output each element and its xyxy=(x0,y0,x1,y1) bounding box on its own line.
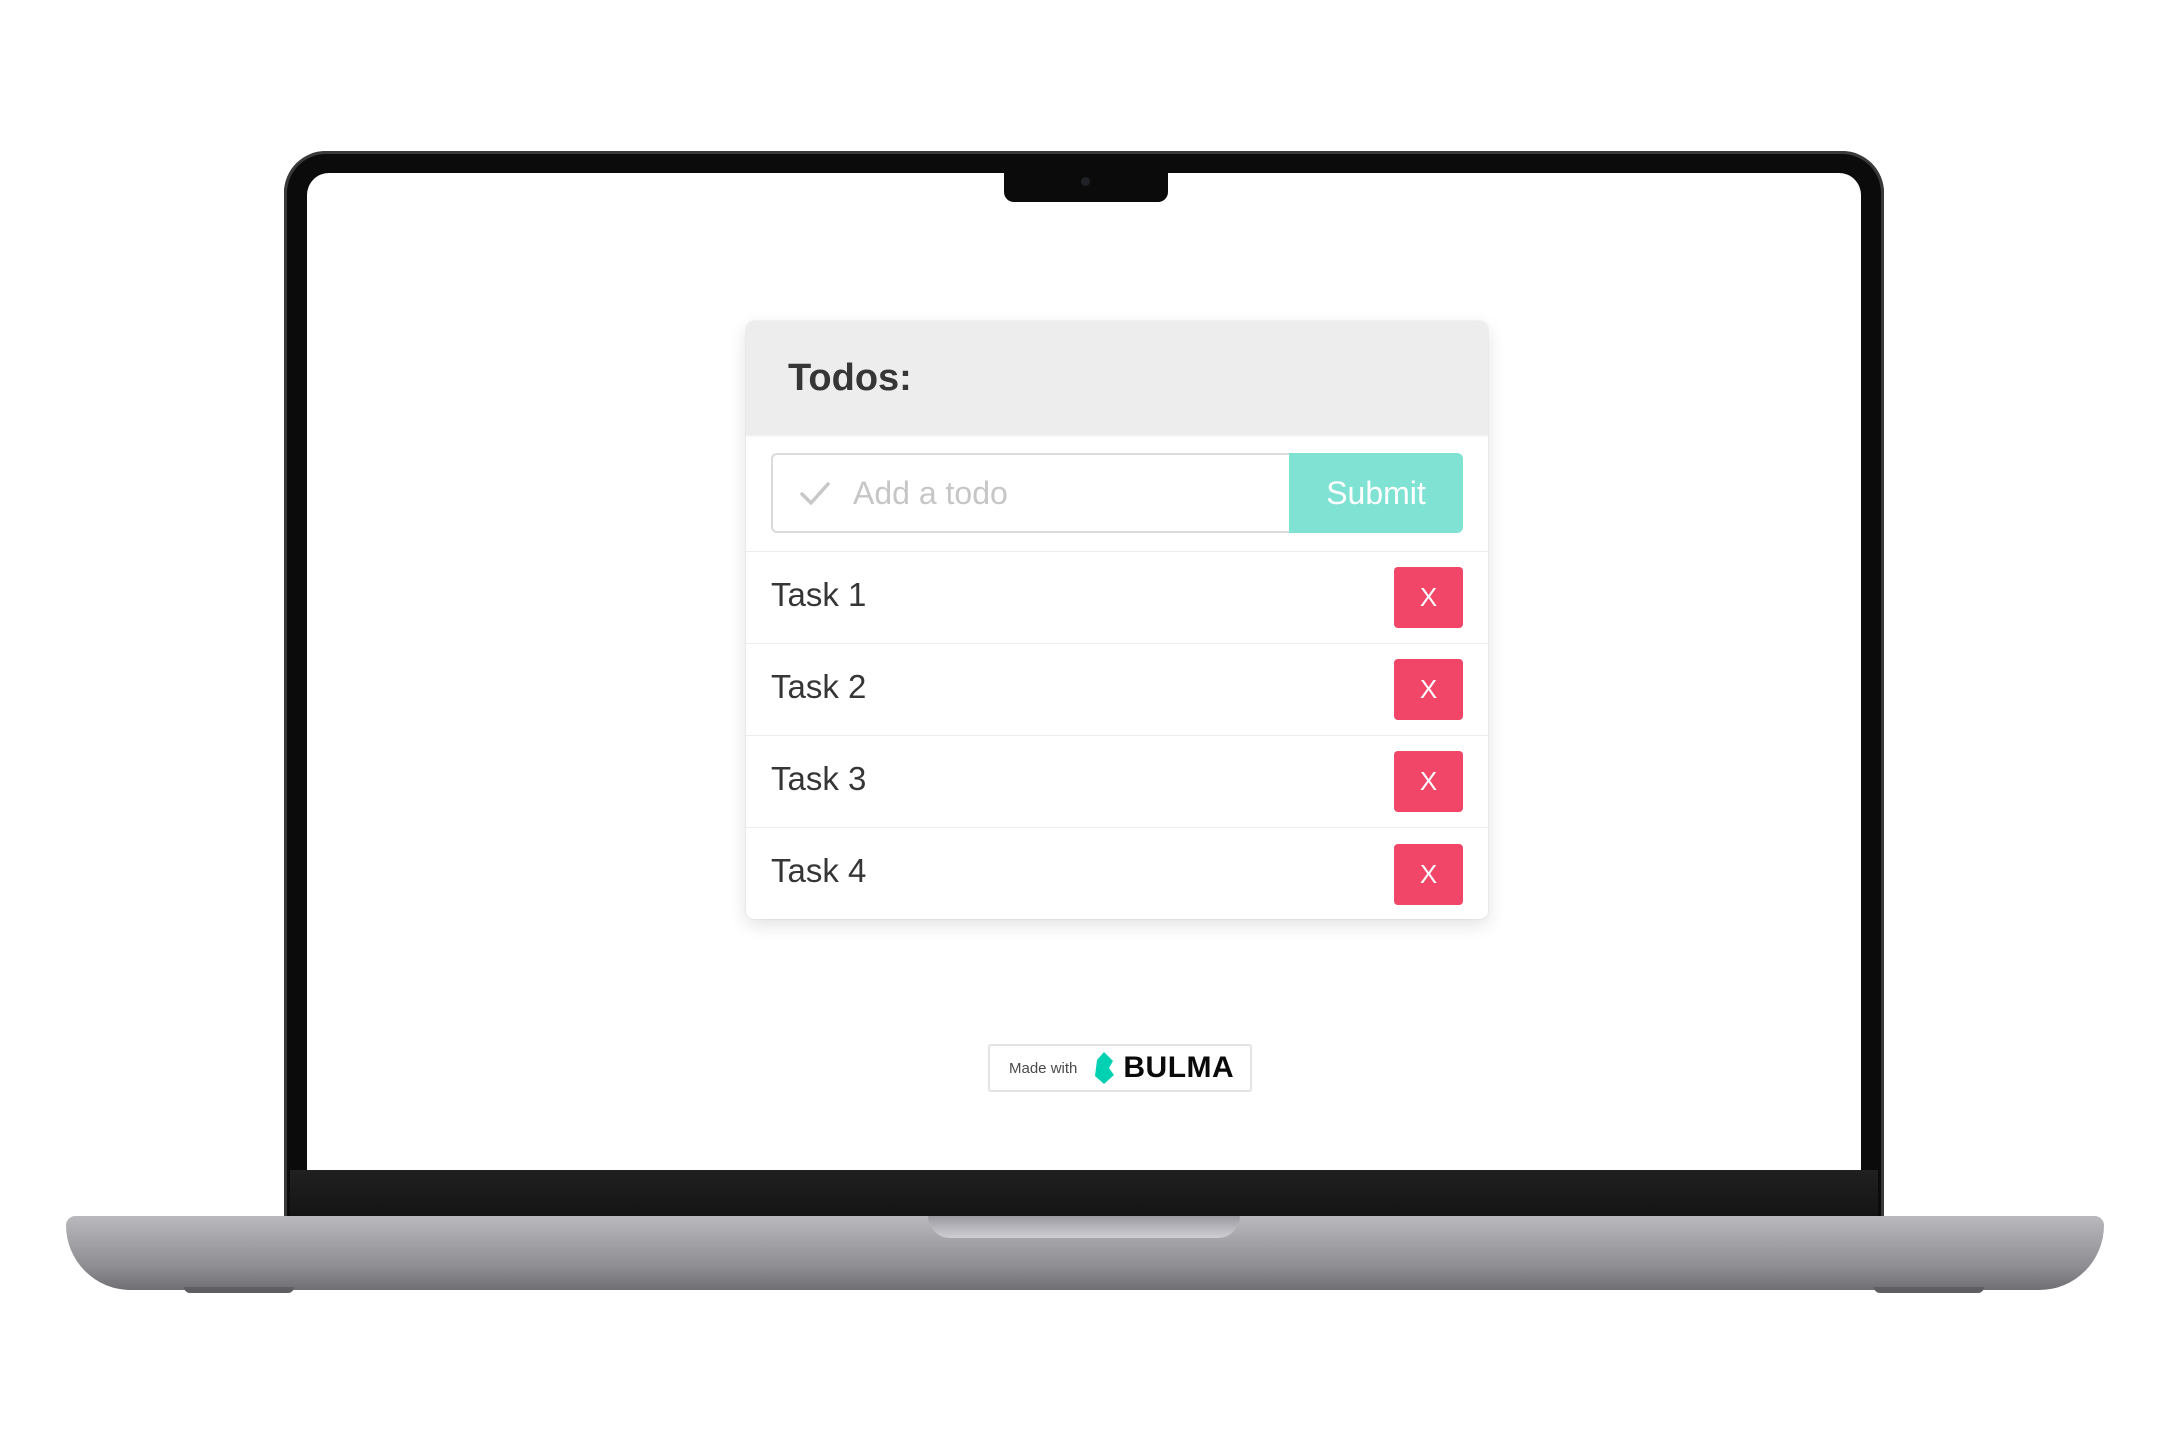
add-todo-form: Submit xyxy=(746,435,1488,552)
delete-task-button[interactable]: X xyxy=(1394,843,1463,905)
check-icon xyxy=(800,482,830,505)
badge-brand-text: BULMA xyxy=(1123,1051,1235,1084)
screen-bezel-bottom xyxy=(290,1170,1878,1218)
laptop-opening-groove xyxy=(928,1216,1240,1238)
badge-made-with-text: Made with xyxy=(1009,1059,1078,1077)
task-item: Task 4 X xyxy=(746,828,1488,919)
todo-input-field[interactable] xyxy=(771,453,1289,533)
task-item: Task 2 X xyxy=(746,644,1488,736)
laptop-foot-right xyxy=(1874,1287,1984,1293)
card-title: Todos: xyxy=(788,356,912,399)
task-item: Task 1 X xyxy=(746,552,1488,644)
delete-task-button[interactable]: X xyxy=(1394,659,1463,720)
todo-input[interactable] xyxy=(853,474,1253,512)
task-label: Task 3 xyxy=(771,759,867,797)
task-item: Task 3 X xyxy=(746,736,1488,828)
task-label: Task 4 xyxy=(771,852,867,889)
laptop-mockup: Todos: Submit Task 1 X Task 2 X Task 3 X… xyxy=(0,0,2160,1440)
camera-icon xyxy=(1081,177,1090,186)
submit-button[interactable]: Submit xyxy=(1289,453,1463,533)
laptop-foot-left xyxy=(184,1287,294,1293)
delete-task-button[interactable]: X xyxy=(1394,567,1463,628)
task-label: Task 1 xyxy=(771,575,867,613)
card-header: Todos: xyxy=(746,321,1488,435)
camera-notch xyxy=(1004,170,1168,202)
todo-card: Todos: Submit Task 1 X Task 2 X Task 3 X… xyxy=(746,321,1488,919)
made-with-bulma-badge[interactable]: Made with BULMA xyxy=(988,1044,1252,1092)
task-label: Task 2 xyxy=(771,667,867,705)
bulma-logo-icon xyxy=(1095,1052,1115,1084)
delete-task-button[interactable]: X xyxy=(1394,751,1463,812)
